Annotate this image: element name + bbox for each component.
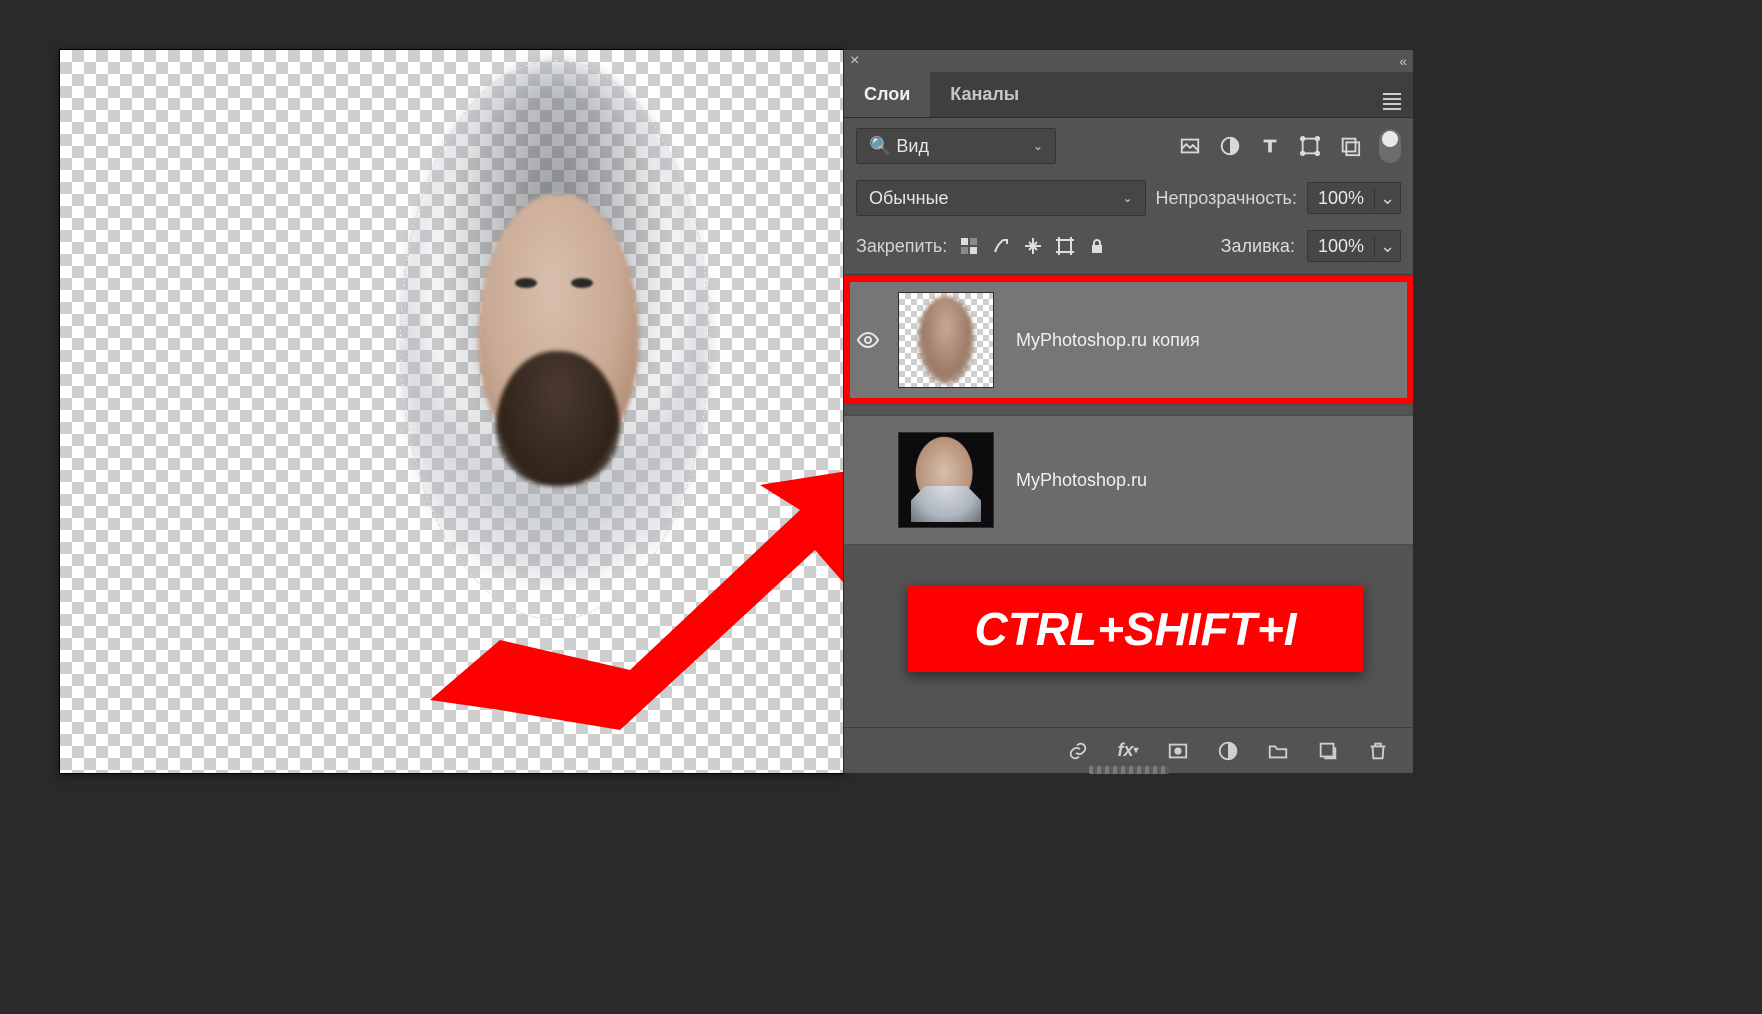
lock-label: Закрепить: [856,236,947,257]
selection-marquee [400,60,710,620]
panel-tabs: Слои Каналы [844,72,1413,118]
shortcut-callout: CTRL+SHIFT+I [908,586,1363,672]
new-layer-icon[interactable] [1317,740,1339,762]
opacity-label: Непрозрачность: [1156,188,1297,209]
document-canvas[interactable] [60,50,843,773]
opacity-field[interactable]: 100% ⌄ [1307,182,1401,214]
shortcut-text: CTRL+SHIFT+I [974,602,1296,656]
panel-menu-icon[interactable] [1371,79,1413,110]
panel-close-icon[interactable]: × [850,52,859,70]
layer-name[interactable]: MyPhotoshop.ru [1016,470,1147,491]
lock-position-icon[interactable] [1023,236,1043,256]
layer-thumbnail[interactable] [898,432,994,528]
lock-artboard-icon[interactable] [1055,236,1075,256]
panel-collapse-icon[interactable]: « [1399,53,1407,69]
type-filter-icon[interactable] [1259,135,1281,157]
smartobject-filter-icon[interactable] [1339,135,1361,157]
selection-content [400,60,710,620]
blend-mode-value: Обычные [869,188,949,209]
adjustment-icon[interactable] [1217,740,1239,762]
adjustment-filter-icon[interactable] [1219,135,1241,157]
layer-row[interactable]: MyPhotoshop.ru копия [844,275,1413,405]
eye-icon [856,328,880,352]
trash-icon[interactable] [1367,740,1389,762]
chevron-down-icon: ⌄ [1374,188,1400,209]
opacity-value: 100% [1308,188,1374,209]
visibility-toggle[interactable] [844,328,892,352]
chevron-down-icon: ⌄ [1374,236,1400,257]
lock-all-icon[interactable] [1087,236,1107,256]
fill-field[interactable]: 100% ⌄ [1307,230,1401,262]
layer-thumbnail[interactable] [898,292,994,388]
layer-kind-select[interactable]: 🔍 Вид ⌄ [856,128,1056,164]
shape-filter-icon[interactable] [1299,135,1321,157]
panel-resize-handle[interactable] [1089,766,1169,774]
layer-row[interactable]: MyPhotoshop.ru [844,415,1413,545]
group-icon[interactable] [1267,740,1289,762]
layer-name[interactable]: MyPhotoshop.ru копия [1016,330,1200,351]
blend-mode-select[interactable]: Обычные ⌄ [856,180,1146,216]
lock-pixels-icon[interactable] [991,236,1011,256]
fill-value: 100% [1308,236,1374,257]
image-filter-icon[interactable] [1179,135,1201,157]
mask-icon[interactable] [1167,740,1189,762]
link-icon[interactable] [1067,740,1089,762]
fill-label: Заливка: [1221,236,1295,257]
layer-kind-label: Вид [896,136,929,156]
tab-channels[interactable]: Каналы [930,72,1039,117]
lock-transparent-icon[interactable] [959,236,979,256]
filter-toggle[interactable] [1379,129,1401,163]
chevron-down-icon: ⌄ [1033,139,1043,153]
tab-layers[interactable]: Слои [844,72,930,117]
chevron-down-icon: ⌄ [1122,191,1132,205]
fx-icon[interactable]: fx▾ [1117,740,1139,762]
